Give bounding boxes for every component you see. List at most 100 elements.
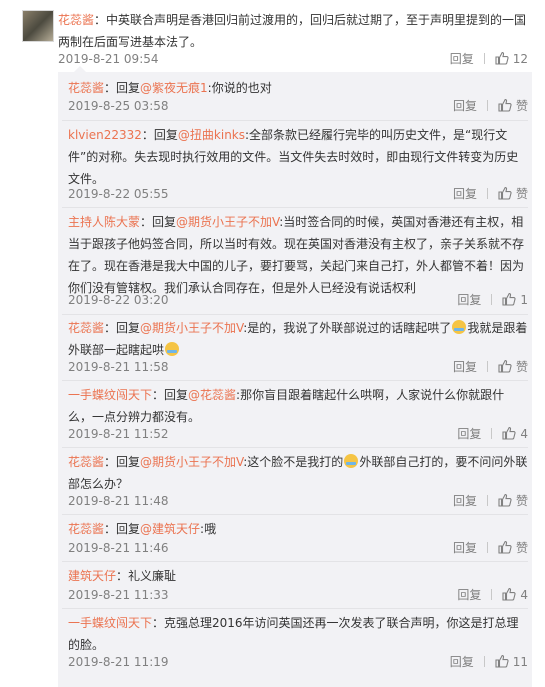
main-comment: 花蕊酱：中英联合声明是香港回归前过渡用的，回归后就过期了，至于声明里提到的一国两…: [0, 0, 545, 72]
main-comment-text: 花蕊酱：中英联合声明是香港回归前过渡用的，回归后就过期了，至于声明里提到的一国两…: [58, 9, 528, 53]
reply-prefix: ：回复: [152, 388, 189, 402]
reply-meta: 2019-8-25 03:58 回复 赞: [68, 96, 528, 116]
like-button[interactable]: 赞: [498, 493, 528, 508]
like-count: 赞: [515, 187, 528, 201]
username-link[interactable]: 一手蝶纹闯天下: [68, 388, 152, 402]
username-link[interactable]: 一手蝶纹闯天下: [68, 616, 152, 630]
like-button[interactable]: 赞: [498, 186, 528, 201]
like-count: 赞: [515, 360, 528, 374]
avatar[interactable]: [22, 10, 54, 42]
username-link[interactable]: 花蕊酱: [68, 522, 104, 536]
timestamp: 2019-8-22 03:20: [68, 293, 169, 307]
reply-button[interactable]: 回复: [457, 585, 481, 605]
username-link[interactable]: 建筑天仔: [68, 569, 116, 583]
reply-button[interactable]: 回复: [450, 652, 474, 672]
reply-item: 主持人陈大蒙：回复@期货小王子不加V:当时签合同的时候，英国对香港还有主权，相当…: [68, 211, 528, 299]
reply-prefix: ：回复: [104, 455, 141, 469]
reply-item: 花蕊酱：回复@建筑天仔:哦: [68, 518, 528, 540]
reply-prefix: ：回复: [104, 321, 141, 335]
reply-actions: 回复 赞: [453, 96, 528, 116]
mention-link[interactable]: @期货小王子不加V: [140, 455, 243, 469]
reply-button[interactable]: 回复: [453, 538, 477, 558]
reply-item: 花蕊酱：回复@期货小王子不加V:是的，我说了外联部说过的话瞎起哄了 我就是跟着外联…: [68, 317, 528, 361]
reply-actions: 回复 赞: [453, 357, 528, 377]
username-link[interactable]: 主持人陈大蒙: [68, 215, 140, 229]
like-button[interactable]: 赞: [498, 98, 528, 113]
reply-actions: 回复 1: [457, 290, 528, 310]
reply-button[interactable]: 回复: [457, 290, 481, 310]
reply-button[interactable]: 回复: [453, 491, 477, 511]
reply-actions: 回复 赞: [453, 184, 528, 204]
mention-link[interactable]: @建筑天仔: [140, 522, 200, 536]
divider: [491, 294, 493, 305]
username-link[interactable]: 花蕊酱: [68, 321, 104, 335]
thumbs-up-icon: [502, 587, 516, 601]
divider: [62, 207, 528, 208]
divider: [62, 314, 528, 315]
reply-item: 建筑天仔：礼义廉耻: [68, 565, 528, 587]
reply-item: klvien22332：回复@扭曲kinks:全部条款已经履行完毕的叫历史文件，…: [68, 124, 528, 190]
reply-meta: 2019-8-21 11:33 回复 4: [68, 585, 528, 605]
like-count: 4: [520, 588, 528, 602]
like-button[interactable]: 1: [502, 292, 528, 307]
like-button[interactable]: 赞: [498, 540, 528, 555]
divider: [486, 542, 488, 553]
divider: [62, 561, 528, 562]
sweat-emoji-icon: [344, 454, 359, 468]
like-count: 11: [512, 655, 528, 669]
reply-button[interactable]: 回复: [450, 49, 474, 69]
mention-link[interactable]: @期货小王子不加V: [176, 215, 279, 229]
like-button[interactable]: 赞: [498, 359, 528, 374]
reply-button[interactable]: 回复: [457, 424, 481, 444]
like-count: 赞: [515, 494, 528, 508]
like-button[interactable]: 4: [502, 587, 528, 602]
reply-button[interactable]: 回复: [453, 357, 477, 377]
divider: [62, 120, 528, 121]
timestamp: 2019-8-25 03:58: [68, 99, 169, 113]
mention-link[interactable]: @期货小王子不加V: [140, 321, 243, 335]
sweat-emoji-icon: [452, 320, 467, 334]
timestamp: 2019-8-22 05:55: [68, 187, 169, 201]
reply-prefix: ：回复: [104, 522, 141, 536]
username-link[interactable]: 花蕊酱: [58, 13, 94, 27]
divider: [483, 53, 485, 64]
divider: [491, 428, 493, 439]
timestamp: 2019-8-21 11:52: [68, 427, 169, 441]
mention-link[interactable]: @花蕊酱: [188, 388, 236, 402]
reply-item: 花蕊酱：回复@期货小王子不加V:这个脸不是我打的 外联部自己打的，要不问问外联部怎…: [68, 451, 528, 495]
like-button[interactable]: 4: [502, 426, 528, 441]
divider: [486, 495, 488, 506]
like-button[interactable]: 12: [495, 51, 528, 66]
mention-link[interactable]: @紫夜无痕1: [140, 81, 208, 95]
divider: [62, 514, 528, 515]
reply-actions: 回复 11: [450, 652, 528, 672]
username-link[interactable]: klvien22332: [68, 128, 142, 142]
divider: [486, 188, 488, 199]
thumbs-up-icon: [498, 493, 512, 507]
mention-link[interactable]: @扭曲kinks: [178, 128, 245, 142]
reply-button[interactable]: 回复: [453, 184, 477, 204]
username-link[interactable]: 花蕊酱: [68, 455, 104, 469]
reply-button[interactable]: 回复: [453, 96, 477, 116]
thumbs-up-icon: [498, 98, 512, 112]
timestamp: 2019-8-21 11:33: [68, 588, 169, 602]
timestamp: 2019-8-21 11:46: [68, 541, 169, 555]
like-count: 赞: [515, 99, 528, 113]
reply-meta: 2019-8-22 03:20 回复 1: [68, 290, 528, 310]
thumbs-up-icon: [498, 540, 512, 554]
reply-actions: 回复 赞: [453, 538, 528, 558]
divider: [486, 361, 488, 372]
reply-body: :哦: [200, 522, 217, 536]
timestamp: 2019-8-21 11:58: [68, 360, 169, 374]
divider: [62, 447, 528, 448]
reply-prefix: ：回复: [104, 81, 141, 95]
reply-actions: 回复 赞: [453, 491, 528, 511]
username-link[interactable]: 花蕊酱: [68, 81, 104, 95]
like-button[interactable]: 11: [495, 654, 528, 669]
reply-prefix: ：回复: [141, 128, 178, 142]
reply-body: :这个脸不是我打的: [243, 455, 344, 469]
comment-actions: 回复 12: [450, 49, 528, 69]
divider: [486, 100, 488, 111]
timestamp: 2019-8-21 11:19: [68, 655, 169, 669]
reply-item: 一手蝶纹闯天下：回复@花蕊酱:那你盲目跟着瞎起什么哄啊，人家说什么你就跟什么，一…: [68, 384, 528, 428]
